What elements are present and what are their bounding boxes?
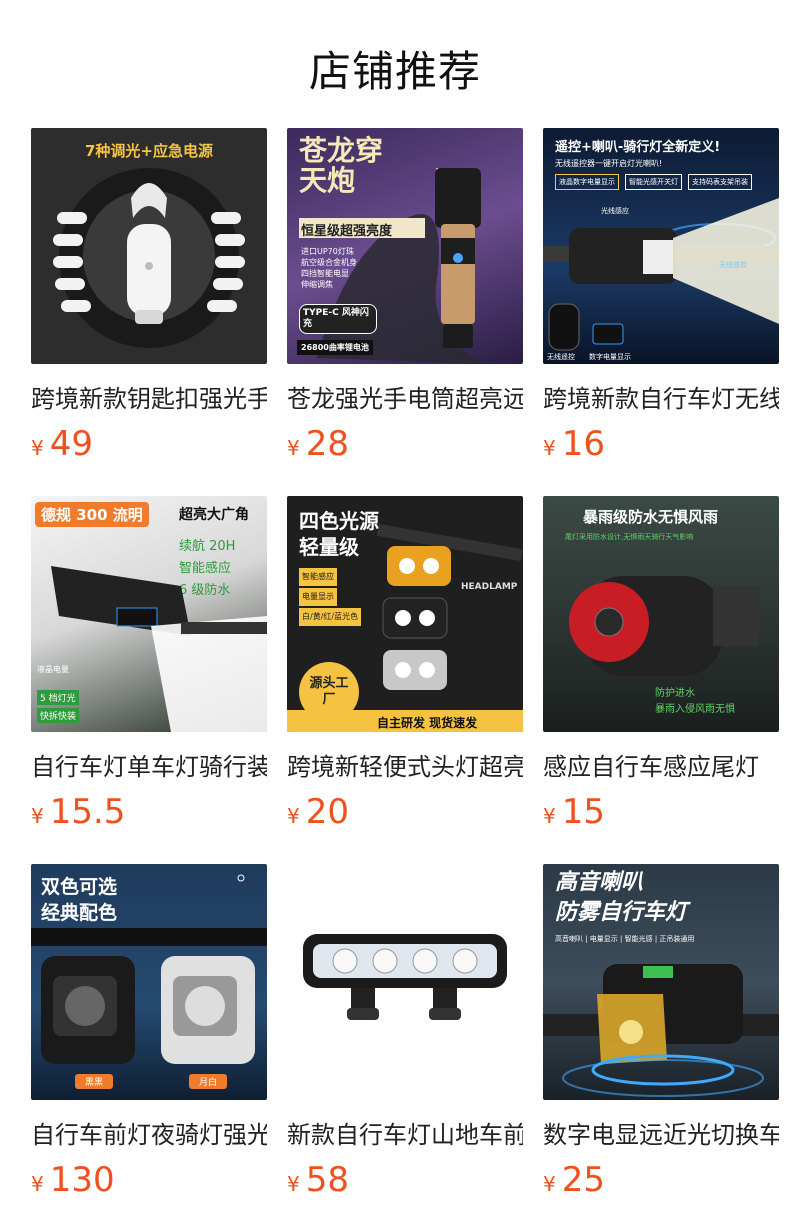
product-price: ¥58 xyxy=(287,1158,523,1202)
price-amount: 20 xyxy=(305,792,349,832)
product-image-mtb-front-light[interactable] xyxy=(287,864,523,1100)
price-amount: 15.5 xyxy=(49,792,126,832)
product-name[interactable]: 跨境新款自行车灯无线遥控 xyxy=(543,382,779,416)
image-spec: 四挡智能电显 xyxy=(301,269,349,278)
image-label: 5 档灯光 xyxy=(37,690,79,705)
product-card[interactable]: 新款自行车灯山地车前灯 ¥58 xyxy=(287,864,523,1202)
product-name[interactable]: 数字电显远近光切换车灯 xyxy=(543,1118,779,1152)
image-spec: 进口UP70灯珠 xyxy=(301,247,354,256)
product-price: ¥15.5 xyxy=(31,790,267,834)
image-label: 光线感应 xyxy=(601,207,629,215)
product-image-horn-bike-light[interactable]: 高音喇叭 防雾自行车灯 高音喇叭 | 电量显示 | 智能光感 | 正吊装通用 xyxy=(543,864,779,1100)
product-image-bike-light-300lm[interactable]: 德规 300 流明 超亮大广角 续航 20H 智能感应 6 级防水 液晶电量 5… xyxy=(31,496,267,732)
price-amount: 16 xyxy=(561,424,605,464)
product-card[interactable]: 暴雨级防水无惧风雨 尾灯采用防水设计,无惧雨天骑行天气影响 防护进水 暴雨入侵风… xyxy=(543,496,779,834)
product-price: ¥28 xyxy=(287,422,523,466)
image-footer: 自主研发 现货速发 xyxy=(377,716,478,730)
currency-symbol: ¥ xyxy=(543,804,556,828)
product-card[interactable]: 苍龙穿天炮 恒星级超强亮度 进口UP70灯珠 航空级合金机身 四挡智能电显 伸缩… xyxy=(287,128,523,466)
image-label: 快拆快装 xyxy=(37,708,80,723)
currency-symbol: ¥ xyxy=(31,804,44,828)
product-card[interactable]: 遥控+喇叭-骑行灯全新定义! 无线遥控器一键开启灯光喇叭! 液晶数字电量显示 智… xyxy=(543,128,779,466)
price-amount: 28 xyxy=(305,424,349,464)
product-image-remote-bike-light[interactable]: 遥控+喇叭-骑行灯全新定义! 无线遥控器一键开启灯光喇叭! 液晶数字电量显示 智… xyxy=(543,128,779,364)
product-image-tail-light[interactable]: 暴雨级防水无惧风雨 尾灯采用防水设计,无惧雨天骑行天气影响 防护进水 暴雨入侵风… xyxy=(543,496,779,732)
image-label: 无线遥控 xyxy=(547,353,575,361)
currency-symbol: ¥ xyxy=(287,804,300,828)
product-name[interactable]: 感应自行车感应尾灯 xyxy=(543,750,779,784)
product-card[interactable]: 7种调光+应急电源 跨境新款钥匙扣强光手电筒 ¥49 xyxy=(31,128,267,466)
product-price: ¥16 xyxy=(543,422,779,466)
product-image-dragon-flashlight[interactable]: 苍龙穿天炮 恒星级超强亮度 进口UP70灯珠 航空级合金机身 四挡智能电显 伸缩… xyxy=(287,128,523,364)
product-card[interactable]: 德规 300 流明 超亮大广角 续航 20H 智能感应 6 级防水 液晶电量 5… xyxy=(31,496,267,834)
currency-symbol: ¥ xyxy=(543,1172,556,1196)
image-label: 无线遥控 xyxy=(719,261,747,269)
image-stamp: 源头工厂 xyxy=(309,676,349,707)
product-name[interactable]: 跨境新款钥匙扣强光手电筒 xyxy=(31,382,267,416)
image-option: 月白 xyxy=(189,1074,228,1089)
price-amount: 130 xyxy=(49,1160,115,1200)
image-label: 液晶电量 xyxy=(37,665,69,674)
product-price: ¥20 xyxy=(287,790,523,834)
product-card[interactable]: 四色光源 轻量级 智能感应 电量显示 白/黄/红/蓝光色 HEADLAMP 源头… xyxy=(287,496,523,834)
section-title: 店铺推荐 xyxy=(308,47,481,96)
price-amount: 25 xyxy=(561,1160,605,1200)
product-price: ¥130 xyxy=(31,1158,267,1202)
product-price: ¥15 xyxy=(543,790,779,834)
image-spec-list: 进口UP70灯珠 航空级合金机身 四挡智能电显 伸缩调焦 xyxy=(301,246,357,290)
price-amount: 49 xyxy=(49,424,93,464)
image-banner: 恒星级超强亮度 xyxy=(301,224,393,239)
product-card[interactable]: 双色可选 经典配色 黑黑 月白 自行车前灯夜骑灯强光 ¥130 xyxy=(31,864,267,1202)
currency-symbol: ¥ xyxy=(287,436,300,460)
image-headline: 苍龙穿天炮 xyxy=(299,134,384,197)
image-spec: 伸缩调焦 xyxy=(301,280,333,289)
image-battery: 26800曲率锂电池 xyxy=(297,340,373,355)
currency-symbol: ¥ xyxy=(31,1172,44,1196)
image-brand: HEADLAMP xyxy=(461,582,518,592)
product-name[interactable]: 新款自行车灯山地车前灯 xyxy=(287,1118,523,1152)
price-amount: 58 xyxy=(305,1160,349,1200)
product-image-front-light-dual-color[interactable]: 双色可选 经典配色 黑黑 月白 xyxy=(31,864,267,1100)
price-amount: 15 xyxy=(561,792,605,832)
image-label: 数字电量显示 xyxy=(589,353,631,361)
image-option: 黑黑 xyxy=(75,1074,114,1089)
image-badge: TYPE-C 风神闪充 xyxy=(299,304,377,334)
product-name[interactable]: 跨境新轻便式头灯超亮 xyxy=(287,750,523,784)
product-image-keychain-flashlight[interactable]: 7种调光+应急电源 xyxy=(31,128,267,364)
product-card[interactable]: 高音喇叭 防雾自行车灯 高音喇叭 | 电量显示 | 智能光感 | 正吊装通用 数… xyxy=(543,864,779,1202)
product-price: ¥49 xyxy=(31,422,267,466)
product-image-headlamp[interactable]: 四色光源 轻量级 智能感应 电量显示 白/黄/红/蓝光色 HEADLAMP 源头… xyxy=(287,496,523,732)
image-label: 防护进水 xyxy=(655,688,695,699)
currency-symbol: ¥ xyxy=(31,436,44,460)
currency-symbol: ¥ xyxy=(287,1172,300,1196)
product-name[interactable]: 自行车灯单车灯骑行装备 xyxy=(31,750,267,784)
image-spec: 航空级合金机身 xyxy=(301,258,357,267)
currency-symbol: ¥ xyxy=(543,436,556,460)
product-price: ¥25 xyxy=(543,1158,779,1202)
product-name[interactable]: 自行车前灯夜骑灯强光 xyxy=(31,1118,267,1152)
image-label: 暴雨入侵风雨无惧 xyxy=(655,704,735,715)
product-name[interactable]: 苍龙强光手电筒超亮远射 xyxy=(287,382,523,416)
